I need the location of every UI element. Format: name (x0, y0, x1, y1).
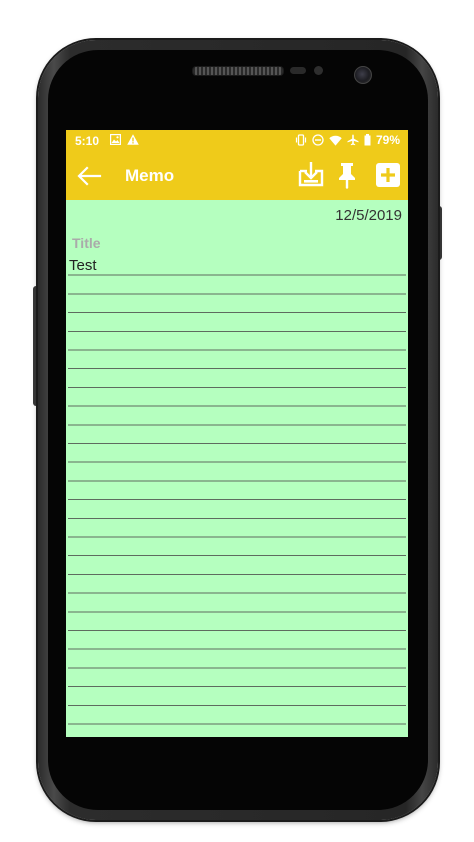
status-notification-icons (110, 134, 139, 145)
image-notification-icon (110, 134, 121, 145)
note-date: 12/5/2019 (335, 207, 402, 224)
note-editor: 12/5/2019 Test (66, 200, 408, 737)
pin-icon[interactable] (332, 160, 362, 190)
add-icon[interactable] (373, 160, 403, 190)
note-title-input[interactable] (72, 232, 372, 254)
save-download-icon[interactable] (296, 160, 326, 190)
note-body-text: Test (69, 257, 97, 274)
wifi-icon (329, 135, 342, 146)
battery-percentage: 79% (375, 133, 400, 147)
battery-icon (364, 134, 371, 146)
device-frame-stage: 5:10 79% Memo 12/5/2019 Title Test (0, 0, 474, 842)
proximity-sensor (290, 67, 306, 74)
airplane-mode-icon (347, 134, 359, 146)
do-not-disturb-icon (312, 134, 324, 146)
warning-icon (127, 134, 139, 145)
app-title: Memo (125, 166, 175, 185)
arrow-left-icon[interactable] (76, 164, 102, 188)
light-sensor (314, 66, 323, 75)
app-screen: 5:10 79% Memo 12/5/2019 Title Test (66, 130, 408, 737)
front-camera (354, 66, 372, 84)
vibrate-icon (295, 134, 307, 146)
status-system-icons: 79% (295, 133, 400, 147)
status-time: 5:10 (75, 134, 100, 148)
status-bar: 5:10 79% (66, 130, 408, 152)
app-toolbar: Memo (66, 152, 408, 200)
earpiece-speaker (192, 66, 284, 76)
note-body-editor[interactable]: Test (68, 257, 406, 737)
